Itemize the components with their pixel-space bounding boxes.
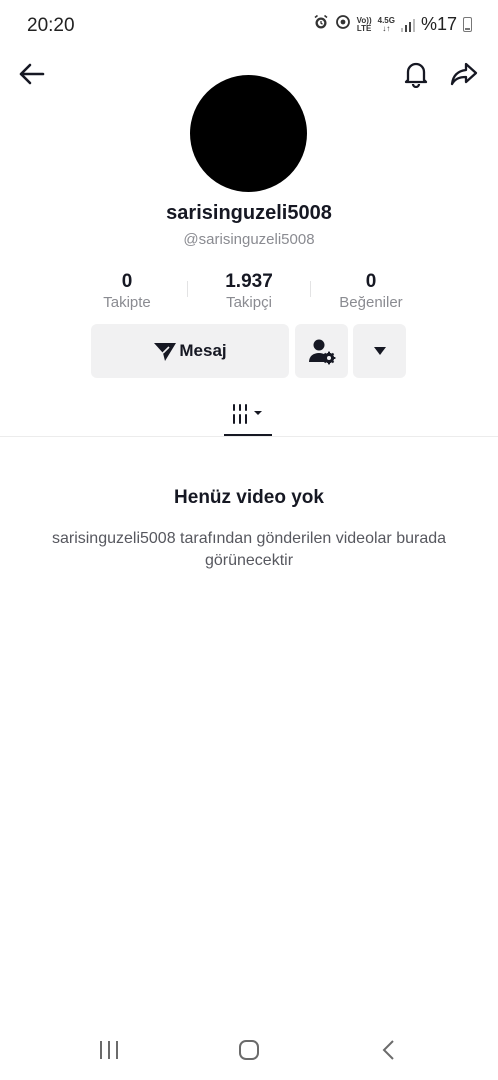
notifications-button[interactable] [400,57,432,91]
stat-following-label: Takipte [103,294,151,311]
home-button[interactable] [236,1038,262,1062]
stat-followers-label: Takipçi [226,294,272,311]
bell-icon [404,62,428,88]
system-back-button[interactable] [376,1038,400,1062]
user-settings-icon [308,339,335,365]
share-button[interactable] [447,57,481,91]
alarm-icon [313,14,329,35]
stat-followers-value: 1.937 [225,271,273,292]
status-bar: 20:20 Vo)) LTE 4.5G ↓↑ %17 [0,0,498,50]
stat-likes[interactable]: 0 Beğeniler [311,271,431,313]
videos-grid-icon [233,404,262,424]
empty-state-title: Henüz video yok [174,487,324,508]
more-options-button[interactable] [353,324,406,378]
volte-indicator: Vo)) LTE [356,15,372,33]
stat-likes-label: Beğeniler [339,294,403,311]
status-icons: Vo)) LTE 4.5G ↓↑ %17 [313,14,472,35]
signal-icon [400,18,415,32]
stat-following-value: 0 [121,271,133,292]
empty-state-description: sarisinguzeli5008 tarafından gönderilen … [51,530,447,569]
network-speed-indicator: 4.5G ↓↑ [377,15,395,33]
recent-apps-icon [100,1041,118,1059]
stat-divider [187,281,188,297]
tab-videos[interactable] [224,398,272,436]
stat-likes-value: 0 [365,271,377,292]
recent-apps-button[interactable] [95,1038,123,1062]
avatar[interactable] [190,75,307,192]
friend-settings-button[interactable] [295,324,348,378]
stat-following[interactable]: 0 Takipte [67,271,187,313]
back-button[interactable] [14,57,48,91]
system-nav-bar [0,1020,498,1080]
battery-icon [463,17,472,32]
share-icon [450,62,478,86]
profile-username: sarisinguzeli5008 [166,202,332,224]
caret-down-icon [373,347,386,355]
send-icon [154,343,177,361]
battery-text: %17 [420,14,457,34]
chevron-left-icon [382,1040,394,1060]
stat-followers[interactable]: 1.937 Takipçi [189,271,309,313]
arrow-left-icon [19,63,45,85]
status-time: 20:20 [27,15,75,36]
tab-divider [0,436,498,437]
home-icon [239,1040,259,1060]
profile-handle: @sarisinguzeli5008 [183,231,315,248]
message-button[interactable]: Mesaj [91,324,289,378]
hotspot-icon [335,14,351,35]
message-button-label: Mesaj [179,341,227,360]
